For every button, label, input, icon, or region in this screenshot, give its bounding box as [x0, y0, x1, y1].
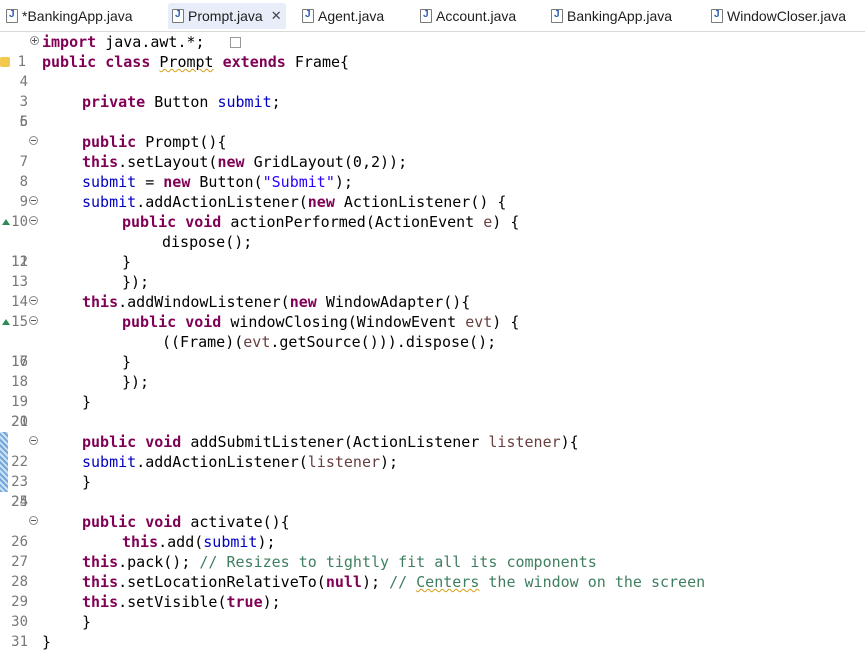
- code-text: this.addWindowListener(new WindowAdapter…: [82, 293, 471, 311]
- code-line: 27 this.add(submit);: [0, 532, 865, 570]
- code-line: 28 this.pack(); // Resizes to tightly fi…: [0, 552, 865, 590]
- code-text: }: [122, 253, 132, 271]
- code-text: }: [42, 633, 52, 651]
- code-line: 26 public void activate(){: [0, 512, 865, 550]
- override-icon: [2, 219, 10, 225]
- code-text: public void actionPerformed(ActionEvent …: [122, 213, 520, 231]
- code-line: 31 }: [0, 612, 865, 650]
- fold-collapse-icon[interactable]: [29, 196, 38, 205]
- code-line: 3 public class Prompt extends Frame{: [0, 52, 865, 110]
- code-line: 16 public void windowClosing(WindowEvent…: [0, 312, 865, 370]
- code-editor[interactable]: 1 import java.awt.*; 3 public class Prom…: [0, 32, 865, 651]
- code-text: public void addSubmitListener(ActionList…: [82, 433, 579, 451]
- code-text: }: [82, 613, 92, 631]
- code-line: 11 public void actionPerformed(ActionEve…: [0, 212, 865, 270]
- tab-label: Account.java: [436, 8, 517, 24]
- code-line: 32 }: [0, 632, 865, 651]
- code-line: 18 }: [0, 352, 865, 390]
- tab-account[interactable]: Account.java: [420, 3, 516, 29]
- warning-icon: [0, 57, 10, 67]
- code-text: submit.addActionListener(listener);: [82, 453, 399, 471]
- code-line: 23 submit.addActionListener(listener);: [0, 452, 865, 490]
- tab-label: BankingApp.java: [567, 8, 673, 24]
- fold-collapse-icon[interactable]: [29, 436, 38, 445]
- code-text: private Button submit;: [82, 93, 281, 111]
- code-text: }: [122, 353, 132, 371]
- code-line: 19 });: [0, 372, 865, 410]
- tab-label: *BankingApp.java: [22, 8, 133, 24]
- line-number: 21: [11, 414, 28, 430]
- code-text: dispose();: [162, 233, 253, 251]
- code-text: ((Frame)(evt.getSource())).dispose();: [162, 333, 497, 351]
- code-line: 30 this.setVisible(true);: [0, 592, 865, 630]
- code-text: import java.awt.*;: [42, 33, 205, 51]
- code-line: 1 import java.awt.*;: [0, 32, 865, 70]
- code-text: });: [122, 273, 150, 291]
- fold-collapse-icon[interactable]: [29, 516, 38, 525]
- code-text: public class Prompt extends Frame{: [42, 53, 350, 71]
- java-file-icon: [711, 9, 723, 23]
- tab-label: WindowCloser.java: [727, 8, 847, 24]
- code-line: 13 }: [0, 252, 865, 290]
- java-file-icon: [6, 9, 18, 23]
- editor-tab-bar: *BankingApp.java Prompt.java ✕ Agent.jav…: [0, 0, 865, 32]
- code-text: submit.addActionListener(new ActionListe…: [82, 193, 507, 211]
- code-line: 5 private Button submit;: [0, 92, 865, 130]
- code-line: 8 this.setLayout(new GridLayout(0,2));: [0, 152, 865, 190]
- code-line: 10 submit.addActionListener(new ActionLi…: [0, 192, 865, 230]
- tab-banking-app[interactable]: BankingApp.java: [551, 3, 672, 29]
- close-icon[interactable]: ✕: [271, 8, 282, 24]
- code-text: }: [82, 473, 92, 491]
- code-text: public void windowClosing(WindowEvent ev…: [122, 313, 520, 331]
- code-line: 9 submit = new Button("Submit");: [0, 172, 865, 210]
- code-text: public Prompt(){: [82, 133, 227, 151]
- folded-imports-icon[interactable]: [230, 37, 241, 48]
- code-text: this.setLocationRelativeTo(null); // Cen…: [82, 573, 706, 591]
- code-line: 15 this.addWindowListener(new WindowAdap…: [0, 292, 865, 330]
- line-number: 25: [11, 494, 28, 510]
- code-line: 29 this.setLocationRelativeTo(null); // …: [0, 572, 865, 610]
- tab-prompt[interactable]: Prompt.java ✕: [168, 3, 286, 29]
- code-text: }: [82, 393, 92, 411]
- code-line: 24 }: [0, 472, 865, 510]
- override-icon: [2, 319, 10, 325]
- java-file-icon: [172, 9, 184, 23]
- code-line: 22 public void addSubmitListener(ActionL…: [0, 432, 865, 470]
- code-line: 20 }: [0, 392, 865, 430]
- fold-collapse-icon[interactable]: [29, 296, 38, 305]
- tab-label: Agent.java: [318, 8, 385, 24]
- tab-label: Prompt.java: [188, 8, 263, 24]
- code-text: });: [122, 373, 150, 391]
- line-number: 6: [19, 114, 28, 130]
- code-text: this.pack(); // Resizes to tightly fit a…: [82, 553, 597, 571]
- fold-expand-icon[interactable]: [30, 36, 39, 45]
- code-text: submit = new Button("Submit");: [82, 173, 353, 191]
- code-text: public void activate(){: [82, 513, 290, 531]
- java-file-icon: [302, 9, 314, 23]
- tab-window-closer[interactable]: WindowCloser.java: [711, 3, 846, 29]
- code-line: 12 dispose();: [0, 232, 865, 270]
- tab-agent[interactable]: Agent.java: [302, 3, 384, 29]
- code-line: 17 ((Frame)(evt.getSource())).dispose();: [0, 332, 865, 370]
- fold-collapse-icon[interactable]: [29, 316, 38, 325]
- code-text: this.setLayout(new GridLayout(0,2));: [82, 153, 408, 171]
- tab-banking-app-dirty[interactable]: *BankingApp.java: [6, 3, 133, 29]
- code-text: this.add(submit);: [122, 533, 276, 551]
- code-text: this.setVisible(true);: [82, 593, 281, 611]
- code-line: 14 });: [0, 272, 865, 310]
- java-file-icon: [420, 9, 432, 23]
- java-file-icon: [551, 9, 563, 23]
- line-number: 4: [19, 74, 28, 90]
- code-line: 7 public Prompt(){: [0, 132, 865, 170]
- fold-collapse-icon[interactable]: [29, 136, 38, 145]
- fold-collapse-icon[interactable]: [29, 216, 38, 225]
